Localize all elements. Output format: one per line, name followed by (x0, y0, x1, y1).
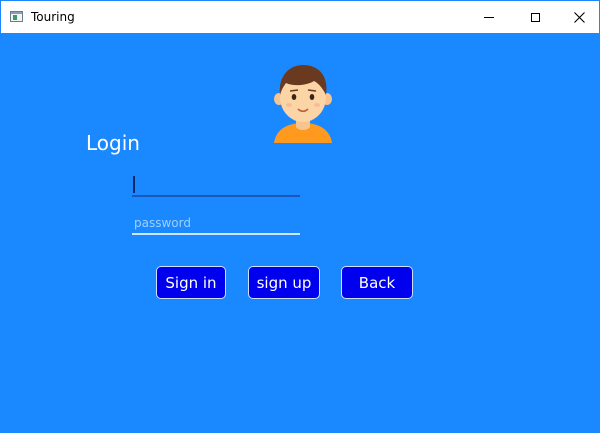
close-button[interactable] (556, 1, 600, 33)
app-window-icon (10, 11, 23, 22)
password-input[interactable] (132, 213, 300, 235)
app-window: Touring Login Sign in sign up Back (0, 0, 600, 433)
login-heading: Login (86, 131, 140, 155)
text-caret (133, 176, 135, 193)
close-icon (573, 11, 585, 23)
window-title: Touring (31, 10, 75, 24)
maximize-icon (530, 12, 540, 22)
login-panel: Login Sign in sign up Back (2, 33, 600, 433)
title-bar[interactable]: Touring (1, 1, 599, 33)
minimize-icon (484, 16, 494, 18)
minimize-button[interactable] (466, 1, 512, 33)
sign-in-button[interactable]: Sign in (156, 266, 226, 299)
sign-up-button[interactable]: sign up (248, 266, 320, 299)
maximize-button[interactable] (512, 1, 558, 33)
user-avatar-icon (274, 65, 332, 143)
back-button[interactable]: Back (341, 266, 413, 299)
username-input[interactable] (132, 175, 300, 197)
